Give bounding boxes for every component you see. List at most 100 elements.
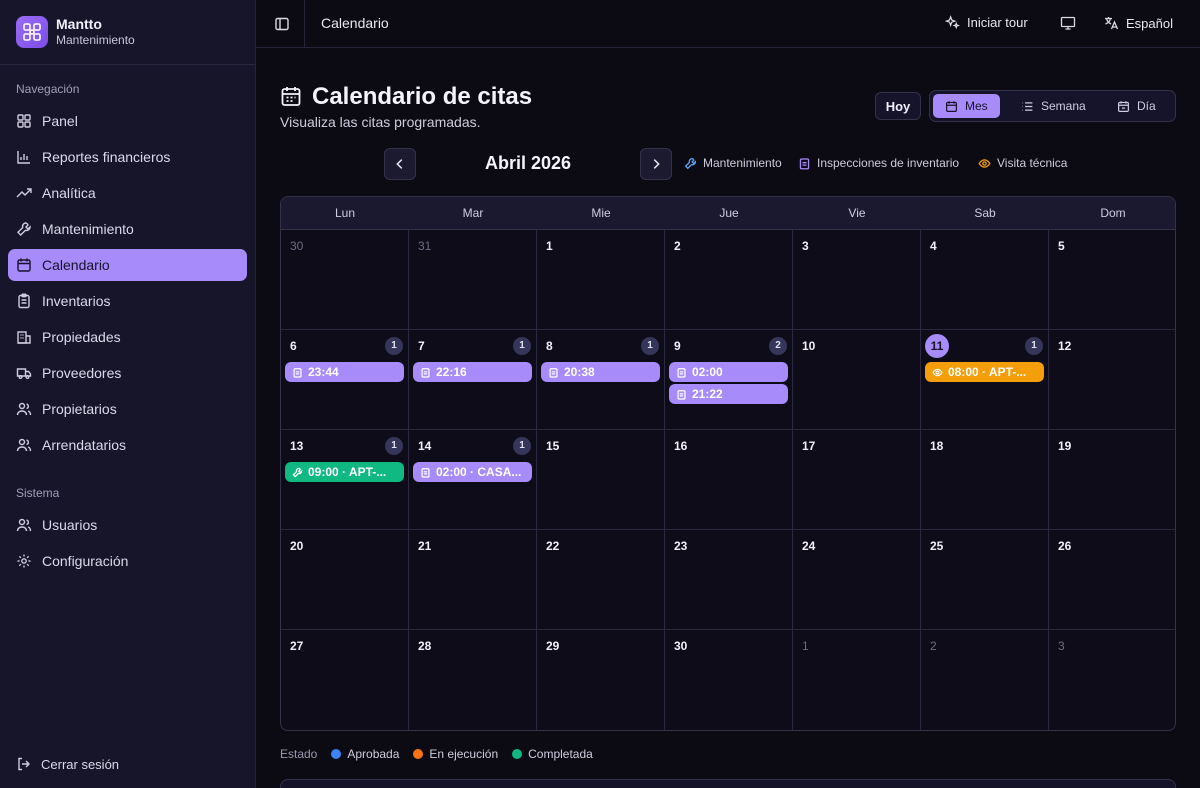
- day-number: 21: [418, 539, 432, 553]
- sidebar-item-label: Arrendatarios: [42, 437, 127, 453]
- day-cell[interactable]: 17: [793, 430, 921, 530]
- day-number: 7: [418, 339, 425, 353]
- status-approved: Aprobada: [331, 747, 399, 761]
- display-mode-button[interactable]: [1060, 15, 1076, 31]
- day-number: 20: [290, 539, 304, 553]
- today-day-number: 11: [925, 334, 949, 358]
- status-legend: Estado Aprobada En ejecución Completada: [280, 747, 593, 761]
- sidebar-item-mantenimiento[interactable]: Mantenimiento: [8, 213, 247, 245]
- day-number: 8: [546, 339, 553, 353]
- day-number: 3: [802, 239, 809, 253]
- day-cell[interactable]: 12: [1049, 330, 1175, 430]
- day-cell[interactable]: 9 2 02:00 21:22: [665, 330, 793, 430]
- event-chip[interactable]: 21:22: [669, 384, 788, 404]
- event-label: 02:00: [692, 365, 723, 379]
- next-month-button[interactable]: [640, 148, 672, 180]
- sidebar-item-label: Usuarios: [42, 517, 98, 533]
- sidebar-item-usuarios[interactable]: Usuarios: [8, 509, 247, 541]
- event-chip[interactable]: 22:16: [413, 362, 532, 382]
- day-cell[interactable]: 15: [537, 430, 665, 530]
- status-in-progress: En ejecución: [413, 747, 498, 761]
- clipboard-icon: [799, 157, 810, 169]
- day-cell[interactable]: 27: [281, 630, 409, 730]
- day-cell[interactable]: 6 1 23:44: [281, 330, 409, 430]
- event-chip[interactable]: 02:00: [669, 362, 788, 382]
- event-chip[interactable]: 20:38: [541, 362, 660, 382]
- day-cell[interactable]: 24: [793, 530, 921, 630]
- sparkles-icon: [945, 15, 960, 30]
- day-cell[interactable]: 30: [665, 630, 793, 730]
- legend-maintenance: Mantenimiento: [684, 156, 782, 170]
- sidebar-item-arrendatarios[interactable]: Arrendatarios: [8, 429, 247, 461]
- status-dot: [512, 749, 523, 759]
- day-cell[interactable]: 5: [1049, 230, 1175, 330]
- sidebar-item-calendario[interactable]: Calendario: [8, 249, 247, 281]
- clipboard-icon: [677, 367, 686, 378]
- eye-icon: [932, 368, 943, 376]
- view-month-button[interactable]: Mes: [933, 94, 1000, 118]
- weekday-label: Mie: [591, 206, 611, 220]
- event-chip[interactable]: 23:44: [285, 362, 404, 382]
- clipboard-icon: [421, 467, 430, 478]
- day-number: 13: [290, 439, 304, 453]
- day-cell[interactable]: 2: [665, 230, 793, 330]
- day-number: 2: [674, 239, 681, 253]
- sidebar-item-analitica[interactable]: Analítica: [8, 177, 247, 209]
- day-cell[interactable]: 10: [793, 330, 921, 430]
- topbar: Calendario Iniciar tour Español: [256, 0, 1200, 48]
- sidebar-item-reportes[interactable]: Reportes financieros: [8, 141, 247, 173]
- day-cell[interactable]: 7 1 22:16: [409, 330, 537, 430]
- day-number: 26: [1058, 539, 1072, 553]
- sidebar-item-panel[interactable]: Panel: [8, 105, 247, 137]
- day-cell[interactable]: 23: [665, 530, 793, 630]
- sidebar-item-propietarios[interactable]: Propietarios: [8, 393, 247, 425]
- day-cell[interactable]: 21: [409, 530, 537, 630]
- view-day-button[interactable]: Día: [1105, 94, 1168, 118]
- day-cell[interactable]: 22: [537, 530, 665, 630]
- day-cell[interactable]: 4: [921, 230, 1049, 330]
- event-chip[interactable]: 08:00 · APT-...: [925, 362, 1044, 382]
- prev-month-button[interactable]: [384, 148, 416, 180]
- day-cell[interactable]: 1: [793, 630, 921, 730]
- day-cell[interactable]: 14 1 02:00 · CASA...: [409, 430, 537, 530]
- day-cell[interactable]: 25: [921, 530, 1049, 630]
- day-number: 27: [290, 639, 304, 653]
- brand[interactable]: Mantto Mantenimiento: [16, 16, 135, 48]
- sidebar-item-proveedores[interactable]: Proveedores: [8, 357, 247, 389]
- day-cell[interactable]: 26: [1049, 530, 1175, 630]
- weekday-label: Dom: [1100, 206, 1126, 220]
- day-cell[interactable]: 11 1 08:00 · APT-...: [921, 330, 1049, 430]
- day-cell[interactable]: 19: [1049, 430, 1175, 530]
- sidebar-item-label: Reportes financieros: [42, 149, 171, 165]
- calendar-day-icon: [1118, 100, 1129, 112]
- day-cell[interactable]: 13 1 09:00 · APT-...: [281, 430, 409, 530]
- day-cell[interactable]: 18: [921, 430, 1049, 530]
- day-cell[interactable]: 3: [793, 230, 921, 330]
- today-button[interactable]: Hoy: [875, 92, 921, 120]
- sidebar-item-configuracion[interactable]: Configuración: [8, 545, 247, 577]
- sidebar-item-inventarios[interactable]: Inventarios: [8, 285, 247, 317]
- view-week-button[interactable]: Semana: [1009, 94, 1098, 118]
- event-count-badge: 1: [385, 437, 403, 455]
- day-cell[interactable]: 1: [537, 230, 665, 330]
- sidebar-item-propiedades[interactable]: Propiedades: [8, 321, 247, 353]
- sidebar-toggle-button[interactable]: [272, 14, 292, 34]
- day-number: 23: [674, 539, 688, 553]
- chevron-left-icon: [396, 159, 403, 169]
- day-cell[interactable]: 20: [281, 530, 409, 630]
- language-button[interactable]: Español: [1103, 15, 1173, 31]
- clipboard-icon: [293, 367, 302, 378]
- day-cell[interactable]: 16: [665, 430, 793, 530]
- day-cell[interactable]: 3: [1049, 630, 1175, 730]
- event-chip[interactable]: 02:00 · CASA...: [413, 462, 532, 482]
- start-tour-button[interactable]: Iniciar tour: [945, 15, 1028, 30]
- weekday-label: Lun: [334, 206, 356, 220]
- day-cell[interactable]: 8 1 20:38: [537, 330, 665, 430]
- logout-button[interactable]: Cerrar sesión: [16, 756, 119, 772]
- day-cell[interactable]: 2: [921, 630, 1049, 730]
- day-cell[interactable]: 31: [409, 230, 537, 330]
- event-chip[interactable]: 09:00 · APT-...: [285, 462, 404, 482]
- day-cell[interactable]: 28: [409, 630, 537, 730]
- day-cell[interactable]: 30: [281, 230, 409, 330]
- day-cell[interactable]: 29: [537, 630, 665, 730]
